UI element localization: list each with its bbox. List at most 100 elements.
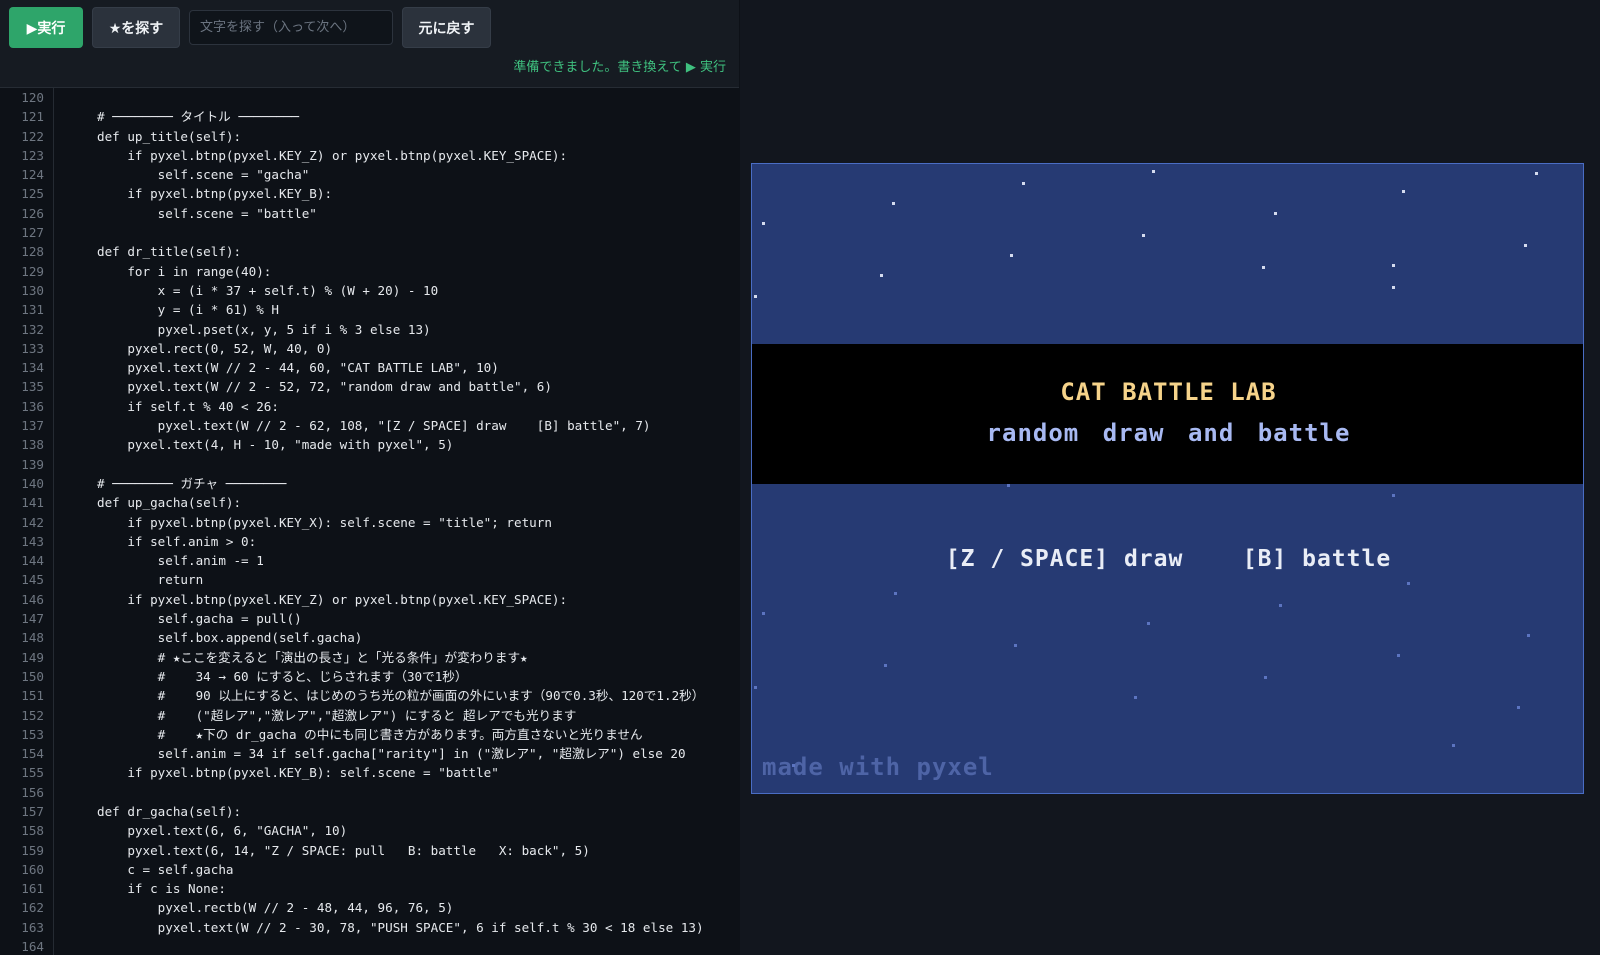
code-line[interactable] xyxy=(97,783,737,802)
line-number: 126 xyxy=(21,205,44,221)
star-dot xyxy=(1524,244,1527,247)
line-number: 161 xyxy=(21,881,44,897)
undo-button[interactable]: 元に戻す xyxy=(402,7,491,48)
line-number: 127 xyxy=(21,225,44,241)
line-number: 121 xyxy=(21,109,44,125)
code-line[interactable]: pyxel.text(W // 2 - 44, 60, "CAT BATTLE … xyxy=(97,358,737,377)
code-line[interactable]: # ★ここを変えると「演出の長さ」と「光る条件」が変わります★ xyxy=(97,648,737,667)
line-number: 148 xyxy=(21,630,44,646)
code-line[interactable]: self.box.append(self.gacha) xyxy=(97,628,737,647)
editor-toolbar: ▶実行 ★を探す 元に戻す 準備できました。書き換えて ▶ 実行 xyxy=(0,0,739,88)
line-number: 132 xyxy=(21,321,44,337)
line-number: 124 xyxy=(21,167,44,183)
code-line[interactable] xyxy=(97,937,737,955)
code-line[interactable]: x = (i * 37 + self.t) % (W + 20) - 10 xyxy=(97,281,737,300)
star-dot xyxy=(1142,234,1145,237)
code-line[interactable]: return xyxy=(97,570,737,589)
code-line[interactable]: pyxel.text(6, 6, "GACHA", 10) xyxy=(97,821,737,840)
code-line[interactable]: pyxel.rectb(W // 2 - 48, 44, 96, 76, 5) xyxy=(97,898,737,917)
line-number: 146 xyxy=(21,591,44,607)
code-editor-pane: ▶実行 ★を探す 元に戻す 準備できました。書き換えて ▶ 実行 120 121 1… xyxy=(0,0,739,955)
line-number: 149 xyxy=(21,649,44,665)
code-line[interactable]: self.scene = "battle" xyxy=(97,204,737,223)
line-numbers: 120 121 122 123 124 125 126 127 128 129 130 131 132 1… xyxy=(0,88,44,955)
code-line[interactable]: pyxel.text(6, 14, "Z / SPACE: pull B: ba… xyxy=(97,841,737,860)
star-dot xyxy=(1147,622,1150,625)
code-line[interactable]: if pyxel.btnp(pyxel.KEY_B): self.scene =… xyxy=(97,763,737,782)
search-input[interactable] xyxy=(189,10,393,45)
code-line[interactable]: if pyxel.btnp(pyxel.KEY_Z) or pyxel.btnp… xyxy=(97,590,737,609)
code-line[interactable]: if pyxel.btnp(pyxel.KEY_Z) or pyxel.btnp… xyxy=(97,146,737,165)
line-number: 120 xyxy=(21,90,44,105)
code-line[interactable]: def dr_title(self): xyxy=(97,242,737,261)
code-lines[interactable]: # ──────── タイトル ──────── def up_title(sel… xyxy=(97,88,737,955)
line-number: 163 xyxy=(21,919,44,935)
code-line[interactable] xyxy=(97,455,737,474)
code-area[interactable]: 120 121 122 123 124 125 126 127 128 129 130 131 132 1… xyxy=(0,88,739,955)
code-line[interactable] xyxy=(97,223,737,242)
code-line[interactable]: if self.t % 40 < 26: xyxy=(97,397,737,416)
status-message: 準備できました。書き換えて ▶ 実行 xyxy=(513,60,726,75)
code-line[interactable]: pyxel.text(W // 2 - 62, 108, "[Z / SPACE… xyxy=(97,416,737,435)
code-line[interactable]: pyxel.text(4, H - 10, "made with pyxel",… xyxy=(97,435,737,454)
code-line[interactable]: c = self.gacha xyxy=(97,860,737,879)
code-line[interactable]: # ──────── タイトル ──────── xyxy=(97,107,737,126)
star-dot xyxy=(892,202,895,205)
code-line[interactable] xyxy=(97,88,737,107)
code-line[interactable]: y = (i * 61) % H xyxy=(97,300,737,319)
code-line[interactable]: self.scene = "gacha" xyxy=(97,165,737,184)
code-line[interactable]: pyxel.rect(0, 52, W, 40, 0) xyxy=(97,339,737,358)
star-dot xyxy=(1010,254,1013,257)
star-dot xyxy=(1264,676,1267,679)
line-number: 150 xyxy=(21,668,44,684)
code-line[interactable]: # ──────── ガチャ ──────── xyxy=(97,474,737,493)
star-dot xyxy=(1262,266,1265,269)
code-line[interactable]: # ("超レア","激レア","超激レア") にすると 超レアでも光ります xyxy=(97,706,737,725)
star-dot xyxy=(1527,634,1530,637)
line-number: 159 xyxy=(21,842,44,858)
line-number: 134 xyxy=(21,360,44,376)
code-line[interactable]: self.gacha = pull() xyxy=(97,609,737,628)
code-line[interactable]: # 90 以上にすると、はじめのうち光の粒が画面の外にいます（90で0.3秒、1… xyxy=(97,686,737,705)
star-dot xyxy=(754,295,757,298)
star-dot xyxy=(1007,484,1010,487)
game-subtitle: random draw and battle xyxy=(986,419,1351,447)
code-line[interactable]: # 34 → 60 にすると、じらされます（30で1秒） xyxy=(97,667,737,686)
star-dot xyxy=(1402,190,1405,193)
line-number: 164 xyxy=(21,939,44,955)
star-dot xyxy=(1134,696,1137,699)
line-number: 154 xyxy=(21,746,44,762)
code-line[interactable]: # ★下の dr_gacha の中にも同じ書き方があります。両方直さないと光りま… xyxy=(97,725,737,744)
star-dot xyxy=(1152,170,1155,173)
code-line[interactable]: if self.anim > 0: xyxy=(97,532,737,551)
code-line[interactable]: if pyxel.btnp(pyxel.KEY_X): self.scene =… xyxy=(97,513,737,532)
code-line[interactable]: if c is None: xyxy=(97,879,737,898)
code-line[interactable]: if pyxel.btnp(pyxel.KEY_B): xyxy=(97,184,737,203)
star-dot xyxy=(880,274,883,277)
code-line[interactable]: def dr_gacha(self): xyxy=(97,802,737,821)
code-line[interactable]: def up_title(self): xyxy=(97,127,737,146)
run-button[interactable]: ▶実行 xyxy=(9,7,83,48)
line-number: 133 xyxy=(21,340,44,356)
star-dot xyxy=(762,612,765,615)
line-number: 122 xyxy=(21,128,44,144)
code-line[interactable]: pyxel.pset(x, y, 5 if i % 3 else 13) xyxy=(97,320,737,339)
code-line[interactable]: pyxel.text(W // 2 - 30, 78, "PUSH SPACE"… xyxy=(97,918,737,937)
line-number: 162 xyxy=(21,900,44,916)
line-number: 129 xyxy=(21,263,44,279)
code-line[interactable]: self.anim -= 1 xyxy=(97,551,737,570)
code-line[interactable]: def up_gacha(self): xyxy=(97,493,737,512)
code-line[interactable]: for i in range(40): xyxy=(97,262,737,281)
find-star-button[interactable]: ★を探す xyxy=(92,7,180,48)
star-dot xyxy=(1392,494,1395,497)
code-line[interactable]: self.anim = 34 if self.gacha["rarity"] i… xyxy=(97,744,737,763)
title-band xyxy=(752,344,1583,484)
line-number: 160 xyxy=(21,861,44,877)
star-dot xyxy=(1535,172,1538,175)
star-dot xyxy=(1392,286,1395,289)
line-number: 139 xyxy=(21,456,44,472)
game-screen[interactable]: CAT BATTLE LAB random draw and battle [Z… xyxy=(751,163,1584,794)
code-line[interactable]: pyxel.text(W // 2 - 52, 72, "random draw… xyxy=(97,377,737,396)
line-number: 131 xyxy=(21,302,44,318)
line-number: 136 xyxy=(21,398,44,414)
